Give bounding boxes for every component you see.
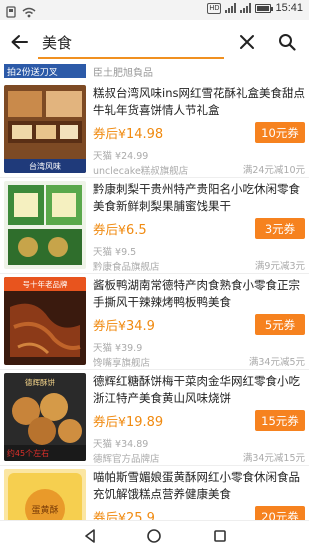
- clock: 15:41: [275, 2, 303, 14]
- close-icon: [240, 35, 254, 49]
- original-price-value: ¥24.99: [115, 151, 149, 162]
- product-title: 酱板鸭湖南常德特产肉食熟食小零食正宗手撕风干辣辣烤鸭板鸭美食: [93, 278, 300, 309]
- original-price: 天猫 ¥9.5: [93, 244, 136, 258]
- product-item[interactable]: 德辉酥饼 约45个左右 德辉红糖酥饼梅干菜肉金华网红零食小吃浙江特产美食黄山风味…: [0, 370, 309, 466]
- search-input[interactable]: 美食: [42, 32, 72, 53]
- price: 券后¥34.9: [93, 315, 155, 334]
- signal-icon: [225, 3, 237, 13]
- currency-symbol: ¥: [118, 414, 126, 429]
- thumbnail-text: 德辉酥饼: [25, 377, 55, 387]
- product-title: 喵帕斯雪媚娘蛋黄酥网红小零食休闲食品充饥解饿糕点营养健康美食: [93, 470, 300, 501]
- coupon-button[interactable]: 5元券: [255, 314, 305, 335]
- price-prefix: 券后: [93, 126, 119, 141]
- price-value: 19.89: [125, 415, 164, 430]
- platform-label: 天猫: [93, 343, 113, 354]
- price: 券后¥14.98: [93, 123, 163, 142]
- currency-symbol: ¥: [118, 510, 126, 520]
- price-prefix: 券后: [93, 222, 119, 237]
- hd-icon: HD: [207, 2, 222, 14]
- price-value: 14.98: [125, 127, 164, 142]
- nav-recents-button[interactable]: [210, 527, 230, 545]
- product-title: 黔康刺梨干贵州特产贵阳名小吃休闲零食美食新鲜刺梨果脯蜜饯果干: [93, 182, 300, 213]
- price-value: 25.9: [125, 511, 155, 520]
- shop-name: unclecake糕叔旗舰店: [93, 166, 189, 177]
- product-item[interactable]: 蛋黄酥 喵帕斯雪媚娘蛋黄酥网红小零食休闲食品充饥解饿糕点营养健康美食 券后¥25…: [0, 466, 309, 520]
- price: 券后¥6.5: [93, 219, 147, 238]
- original-price: 天猫 ¥39.9: [93, 340, 142, 354]
- original-price: 天猫 ¥24.99: [93, 148, 148, 162]
- product-thumbnail: 拍2份送刀叉: [4, 64, 86, 78]
- coupon-button[interactable]: 15元券: [255, 410, 305, 431]
- currency-symbol: ¥: [118, 318, 126, 333]
- platform-label: 天猫: [93, 247, 113, 258]
- thumbnail-text: 拍2份送刀叉: [7, 68, 58, 78]
- search-input-underline: [38, 57, 224, 59]
- original-price-value: ¥34.89: [115, 439, 149, 450]
- coupon-button[interactable]: 10元券: [255, 122, 305, 143]
- search-button[interactable]: [274, 29, 300, 55]
- price-value: 6.5: [125, 223, 147, 238]
- results-list: 拍2份送刀叉 臣土肥旭負品 台湾风味 糕叔台湾风味ins网红雪花酥礼盒美食甜点牛…: [0, 64, 309, 520]
- price-prefix: 券后: [93, 318, 119, 333]
- platform-label: 天猫: [93, 439, 113, 450]
- platform-label: 天猫: [93, 151, 113, 162]
- nav-home-icon: [147, 529, 161, 543]
- battery-icon: [255, 3, 274, 13]
- product-thumbnail: 蛋黄酥: [4, 469, 86, 520]
- coupon-rule: 满34元减5元: [248, 357, 305, 368]
- search-icon: [279, 34, 296, 51]
- thumbnail-text: 蛋黄酥: [31, 504, 58, 516]
- nav-back-button[interactable]: [80, 527, 100, 545]
- nav-home-button[interactable]: [144, 527, 164, 545]
- back-button[interactable]: [6, 29, 32, 55]
- product-thumbnail: 号十年老品牌: [4, 277, 86, 365]
- clear-button[interactable]: [234, 29, 260, 55]
- nav-back-icon: [85, 529, 95, 543]
- coupon-rule: 满24元减10元: [242, 165, 305, 176]
- product-thumbnail: 台湾风味: [4, 85, 86, 173]
- original-price-value: ¥39.9: [115, 343, 143, 354]
- thumbnail-text: 约45个左右: [7, 448, 49, 458]
- product-title: 糕叔台湾风味ins网红雪花酥礼盒美食甜点牛轧年货喜饼情人节礼盒: [93, 86, 305, 117]
- product-thumbnail: [4, 181, 86, 269]
- price: 券后¥19.89: [93, 411, 163, 430]
- partial-list-item[interactable]: 拍2份送刀叉 臣土肥旭負品: [0, 64, 309, 80]
- system-nav-bar: [0, 520, 309, 550]
- price: 券后¥25.9: [93, 507, 155, 520]
- signal-icon: [240, 3, 252, 13]
- original-price-value: ¥9.5: [115, 247, 137, 258]
- original-price: 天猫 ¥34.89: [93, 436, 148, 450]
- coupon-rule: 满9元减3元: [254, 261, 305, 272]
- product-title: 臣土肥旭負品: [93, 68, 153, 79]
- product-item[interactable]: 号十年老品牌 酱板鸭湖南常德特产肉食熟食小零食正宗手撕风干辣辣烤鸭板鸭美食 券后…: [0, 274, 309, 370]
- shop-name: 德辉官方品牌店: [93, 454, 160, 465]
- status-right: HD 15:41: [207, 2, 303, 14]
- currency-symbol: ¥: [118, 222, 126, 237]
- product-title: 德辉红糖酥饼梅干菜肉金华网红零食小吃浙江特产美食黄山风味烧饼: [93, 374, 300, 405]
- coupon-button[interactable]: 20元券: [255, 506, 305, 520]
- search-header: 美食: [0, 20, 309, 64]
- coupon-rule: 满34元减15元: [242, 453, 305, 464]
- back-arrow-icon: [11, 35, 28, 49]
- nav-recents-icon: [214, 530, 226, 542]
- product-item[interactable]: 台湾风味 糕叔台湾风味ins网红雪花酥礼盒美食甜点牛轧年货喜饼情人节礼盒 券后¥…: [0, 82, 309, 178]
- product-item[interactable]: 黔康刺梨干贵州特产贵阳名小吃休闲零食美食新鲜刺梨果脯蜜饯果干 券后¥6.5 3元…: [0, 178, 309, 274]
- currency-symbol: ¥: [118, 126, 126, 141]
- battery-level: [257, 5, 269, 11]
- price-prefix: 券后: [93, 414, 119, 429]
- thumbnail-text: 号十年老品牌: [23, 279, 68, 289]
- status-bar: HD 15:41: [0, 0, 309, 20]
- shop-name: 馋嘴享旗舰店: [93, 358, 151, 369]
- coupon-button[interactable]: 3元券: [255, 218, 305, 239]
- shop-name: 黔康食品旗舰店: [93, 262, 160, 273]
- thumbnail-text: 台湾风味: [29, 161, 61, 171]
- product-thumbnail: 德辉酥饼 约45个左右: [4, 373, 86, 461]
- price-value: 34.9: [125, 319, 155, 334]
- price-prefix: 券后: [93, 510, 119, 520]
